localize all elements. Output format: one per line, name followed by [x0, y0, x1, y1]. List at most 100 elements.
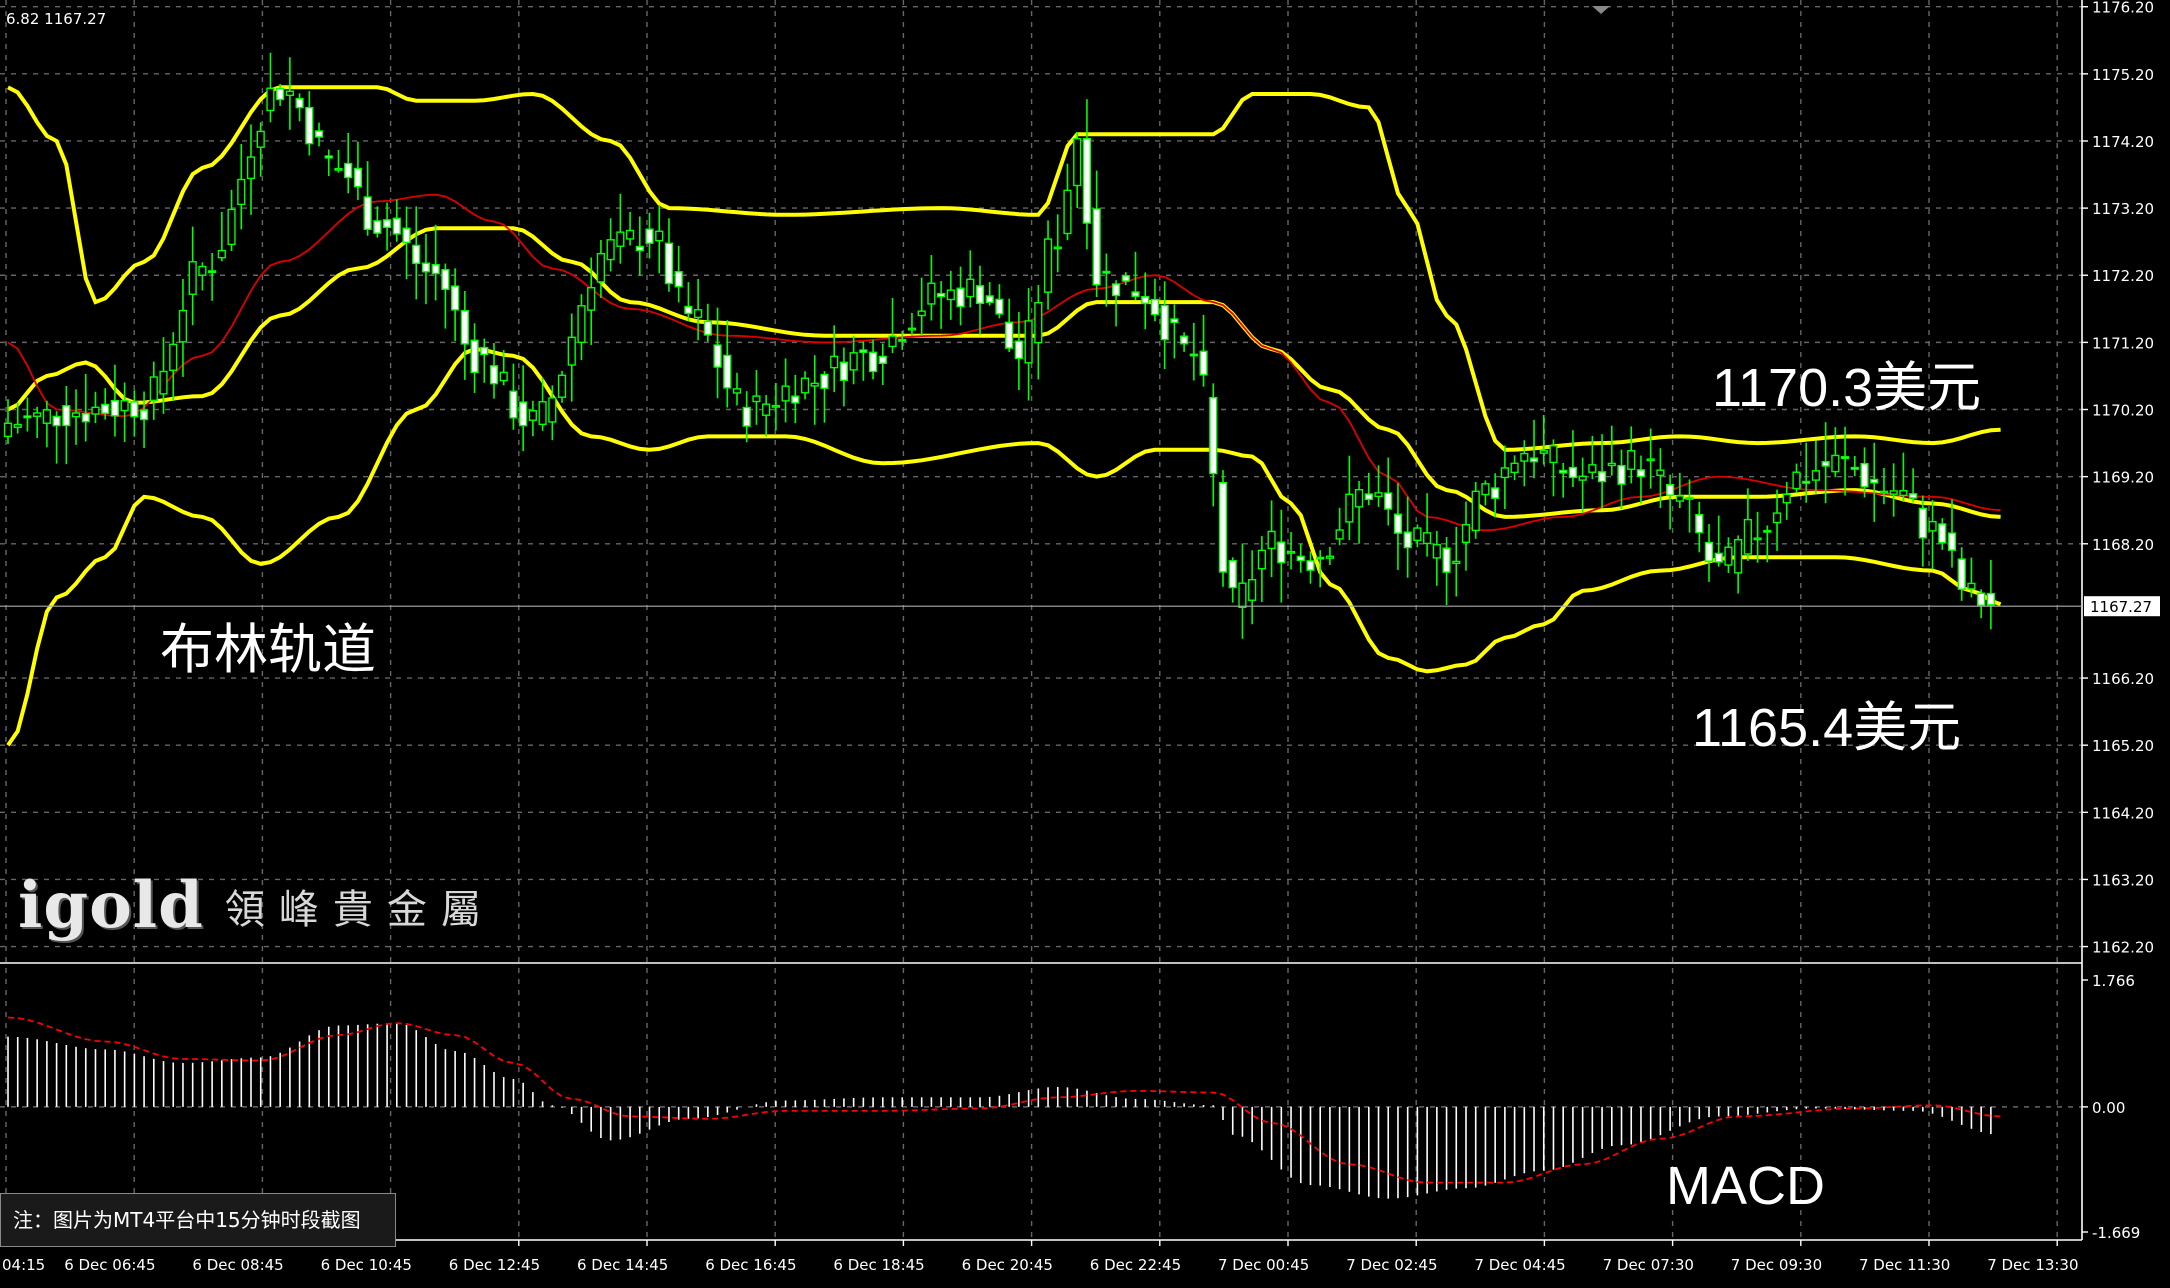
- candle-bear: [489, 365, 499, 385]
- candle-bull: [927, 282, 936, 305]
- candle-bull: [246, 156, 256, 180]
- candle-bear: [421, 262, 431, 273]
- candle-bear: [470, 339, 479, 374]
- time-tick-label: 7 Dec 04:45: [1474, 1256, 1565, 1274]
- candle-bear: [1316, 556, 1325, 560]
- candle-bear: [1296, 555, 1305, 562]
- candle-bull: [1588, 464, 1597, 473]
- candle-bear: [1714, 552, 1723, 563]
- candle-bull: [91, 406, 100, 415]
- candle-bull: [1724, 546, 1733, 566]
- time-tick-label: 6 Dec 14:45: [577, 1256, 668, 1274]
- macd-tick-label: -1.669: [2092, 1224, 2140, 1242]
- candle-bear: [723, 354, 732, 389]
- price-tick-label: 1169.20: [2092, 469, 2154, 487]
- candle-bull: [1675, 495, 1684, 502]
- candle-bear: [324, 155, 333, 159]
- price-tick-label: 1168.20: [2092, 536, 2154, 554]
- candle-bear: [1082, 137, 1092, 224]
- candle-bear: [139, 409, 149, 421]
- candle-bull: [1481, 483, 1490, 496]
- candle-bull: [830, 355, 839, 369]
- candle-bear: [684, 305, 693, 315]
- candle-bear: [1393, 513, 1403, 534]
- candle-bull: [616, 231, 625, 247]
- candle-bear: [460, 310, 469, 345]
- candle-bear: [431, 263, 440, 275]
- candle-bull: [237, 178, 246, 206]
- candle-bull: [752, 395, 761, 403]
- candle-bull: [266, 87, 275, 112]
- candle-bear: [1384, 492, 1393, 510]
- candle-bull: [1772, 512, 1782, 524]
- candle-bear: [1870, 478, 1879, 484]
- candle-bull: [1325, 555, 1335, 559]
- candle-bull: [1374, 492, 1383, 498]
- candle-bear: [1918, 507, 1927, 539]
- candle-bull: [1646, 458, 1655, 462]
- candle-bull: [198, 265, 207, 276]
- candle-bull: [1500, 467, 1509, 479]
- candle-bear: [208, 270, 217, 274]
- candle-bear: [373, 220, 382, 234]
- candle-bear: [1597, 471, 1607, 483]
- igold-logo: igold 領峰貴金屬: [18, 868, 495, 943]
- candle-bull: [1520, 452, 1529, 462]
- price-tick-label: 1176.20: [2092, 0, 2154, 17]
- candle-bull: [1782, 493, 1791, 504]
- candle-bull: [946, 289, 955, 301]
- candle-bull: [1831, 454, 1840, 473]
- candle-bear: [353, 167, 363, 188]
- candle-bear: [402, 227, 411, 244]
- candle-bull: [762, 403, 771, 416]
- macd-tick-label: 1.766: [2092, 972, 2135, 990]
- logo-sub-text: 領峰貴金屬: [224, 886, 495, 933]
- price-tick-label: 1164.20: [2092, 804, 2154, 822]
- candle-bear: [392, 217, 401, 235]
- candle-bear: [1189, 353, 1198, 357]
- candle-bear: [1102, 270, 1111, 274]
- candle-bull: [587, 287, 596, 311]
- candle-bull: [1510, 462, 1519, 474]
- candle-bull: [1811, 470, 1821, 481]
- candle-bull: [694, 309, 703, 319]
- candle-bull: [217, 249, 226, 259]
- candle-bear: [1442, 547, 1451, 573]
- time-tick-label: 7 Dec 07:30: [1603, 1256, 1694, 1274]
- candle-bull: [285, 90, 294, 97]
- candle-bull: [71, 412, 81, 418]
- candle-bear: [937, 292, 946, 298]
- candle-bear: [1704, 541, 1714, 562]
- candle-bull: [1043, 238, 1053, 293]
- candle-bull: [1423, 532, 1432, 545]
- price-tick-label: 1163.20: [2092, 871, 2154, 889]
- bollinger-label: 布林轨道: [160, 620, 376, 680]
- candle-bear: [1131, 291, 1140, 297]
- candle-bear: [635, 245, 644, 252]
- candle-bear: [1666, 484, 1675, 496]
- candle-bear: [1821, 461, 1830, 467]
- candle-bull: [538, 401, 547, 426]
- candle-bull: [1549, 445, 1558, 464]
- macd-label: MACD: [1666, 1156, 1825, 1216]
- candle-bear: [1141, 295, 1150, 304]
- candle-bull: [1685, 496, 1694, 500]
- price-tick-label: 1175.20: [2092, 66, 2154, 84]
- price-chart[interactable]: 1176.20 1175.20 1174.20 1173.20 1172.20 1171.…: [0, 0, 2170, 1288]
- candle-bear: [1277, 541, 1286, 564]
- candle-bull: [1286, 550, 1296, 554]
- candle-bull: [1753, 537, 1762, 541]
- candle-bull: [577, 305, 586, 343]
- candle-bull: [1257, 549, 1266, 570]
- price-tick-label: 1171.20: [2092, 334, 2154, 352]
- candle-bull: [771, 404, 780, 408]
- candle-bear: [645, 228, 654, 244]
- candle-bull: [655, 230, 664, 242]
- candle-bull: [1354, 488, 1364, 508]
- price-tick-label: 1173.20: [2092, 200, 2154, 218]
- time-tick-label: 6 Dec 20:45: [962, 1256, 1053, 1274]
- time-tick-label: 6 Dec 06:45: [64, 1256, 155, 1274]
- time-tick-label: 7 Dec 02:45: [1346, 1256, 1437, 1274]
- candle-bear: [839, 361, 849, 381]
- candle-bear: [1695, 513, 1704, 534]
